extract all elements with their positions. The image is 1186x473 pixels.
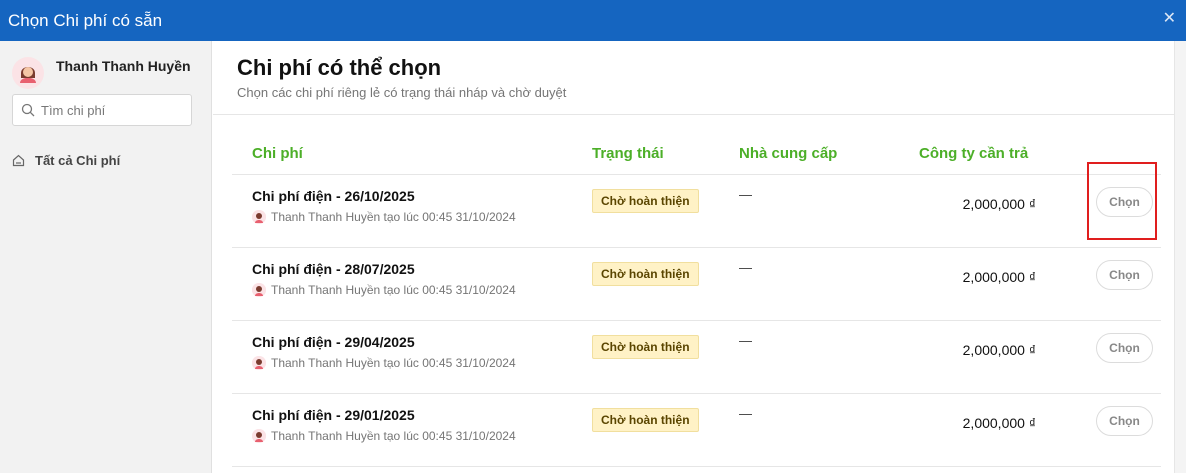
select-button[interactable]: Chọn	[1096, 333, 1153, 363]
user-name: Thanh Thanh Huyền	[56, 58, 191, 74]
column-header-expense: Chi phí	[252, 145, 303, 162]
expense-name: Chi phí điện - 26/10/2025	[252, 188, 415, 204]
column-header-company-pays: Công ty cần trả	[919, 145, 1029, 162]
sidebar-item-all-expenses[interactable]: Tất cả Chi phí	[12, 153, 120, 168]
select-button[interactable]: Chọn	[1096, 406, 1153, 436]
sidebar-item-label: Tất cả Chi phí	[35, 153, 121, 168]
avatar-icon	[252, 283, 266, 297]
supplier-value: —	[739, 333, 752, 348]
expense-meta: Thanh Thanh Huyền tạo lúc 00:45 31/10/20…	[252, 429, 516, 443]
supplier-value: —	[739, 187, 752, 202]
supplier-value: —	[739, 406, 752, 421]
table-row: Chi phí điện - 28/07/2025 Thanh Thanh Hu…	[232, 248, 1161, 321]
avatar	[12, 57, 44, 89]
panel-header: Chi phí có thể chọn Chọn các chi phí riê…	[213, 41, 1174, 115]
supplier-value: —	[739, 260, 752, 275]
status-badge: Chờ hoàn thiện	[592, 335, 699, 359]
table-header: Chi phí Trạng thái Nhà cung cấp Công ty …	[232, 139, 1161, 175]
amount-value: 2,000,000 ₫	[962, 269, 1036, 285]
vertical-scrollbar[interactable]	[1174, 41, 1186, 473]
expense-name: Chi phí điện - 29/04/2025	[252, 334, 415, 350]
search-icon	[21, 103, 35, 117]
user-avatar-icon	[14, 59, 42, 87]
main-panel: Chi phí có thể chọn Chọn các chi phí riê…	[213, 41, 1174, 473]
status-badge: Chờ hoàn thiện	[592, 189, 699, 213]
column-header-status: Trạng thái	[592, 145, 664, 162]
expense-meta-text: Thanh Thanh Huyền tạo lúc 00:45 31/10/20…	[271, 429, 516, 443]
expense-meta: Thanh Thanh Huyền tạo lúc 00:45 31/10/20…	[252, 283, 516, 297]
status-badge: Chờ hoàn thiện	[592, 262, 699, 286]
table-row: Chi phí điện - 29/01/2025 Thanh Thanh Hu…	[232, 394, 1161, 467]
expense-name: Chi phí điện - 28/07/2025	[252, 261, 415, 277]
amount-value: 2,000,000 ₫	[962, 415, 1036, 431]
page-title: Chi phí có thể chọn	[237, 55, 442, 80]
user-profile: Thanh Thanh Huyền	[12, 57, 191, 89]
expense-name: Chi phí điện - 29/01/2025	[252, 407, 415, 423]
amount-value: 2,000,000 ₫	[962, 342, 1036, 358]
search-input[interactable]	[41, 102, 181, 118]
amount-value: 2,000,000 ₫	[962, 196, 1036, 212]
avatar-icon	[252, 356, 266, 370]
close-icon[interactable]: ✕	[1163, 10, 1176, 28]
expense-meta: Thanh Thanh Huyền tạo lúc 00:45 31/10/20…	[252, 356, 516, 370]
avatar-icon	[252, 210, 266, 224]
dialog-titlebar: Chọn Chi phí có sẵn ✕	[0, 0, 1186, 41]
expense-meta-text: Thanh Thanh Huyền tạo lúc 00:45 31/10/20…	[271, 210, 516, 224]
expense-meta-text: Thanh Thanh Huyền tạo lúc 00:45 31/10/20…	[271, 356, 516, 370]
home-icon	[12, 154, 25, 167]
search-box[interactable]	[12, 94, 192, 126]
column-header-supplier: Nhà cung cấp	[739, 145, 838, 162]
select-button[interactable]: Chọn	[1096, 260, 1153, 290]
sidebar: Thanh Thanh Huyền Tất cả Chi phí	[0, 41, 212, 473]
table-row: Chi phí điện - 29/04/2025 Thanh Thanh Hu…	[232, 321, 1161, 394]
table-row: Chi phí điện - 26/10/2025 Thanh Thanh Hu…	[232, 175, 1161, 248]
select-button[interactable]: Chọn	[1096, 187, 1153, 217]
dialog-title: Chọn Chi phí có sẵn	[8, 10, 163, 30]
page-subtitle: Chọn các chi phí riêng lẻ có trạng thái …	[237, 85, 567, 100]
expense-meta: Thanh Thanh Huyền tạo lúc 00:45 31/10/20…	[252, 210, 516, 224]
avatar-icon	[252, 429, 266, 443]
status-badge: Chờ hoàn thiện	[592, 408, 699, 432]
expense-meta-text: Thanh Thanh Huyền tạo lúc 00:45 31/10/20…	[271, 283, 516, 297]
